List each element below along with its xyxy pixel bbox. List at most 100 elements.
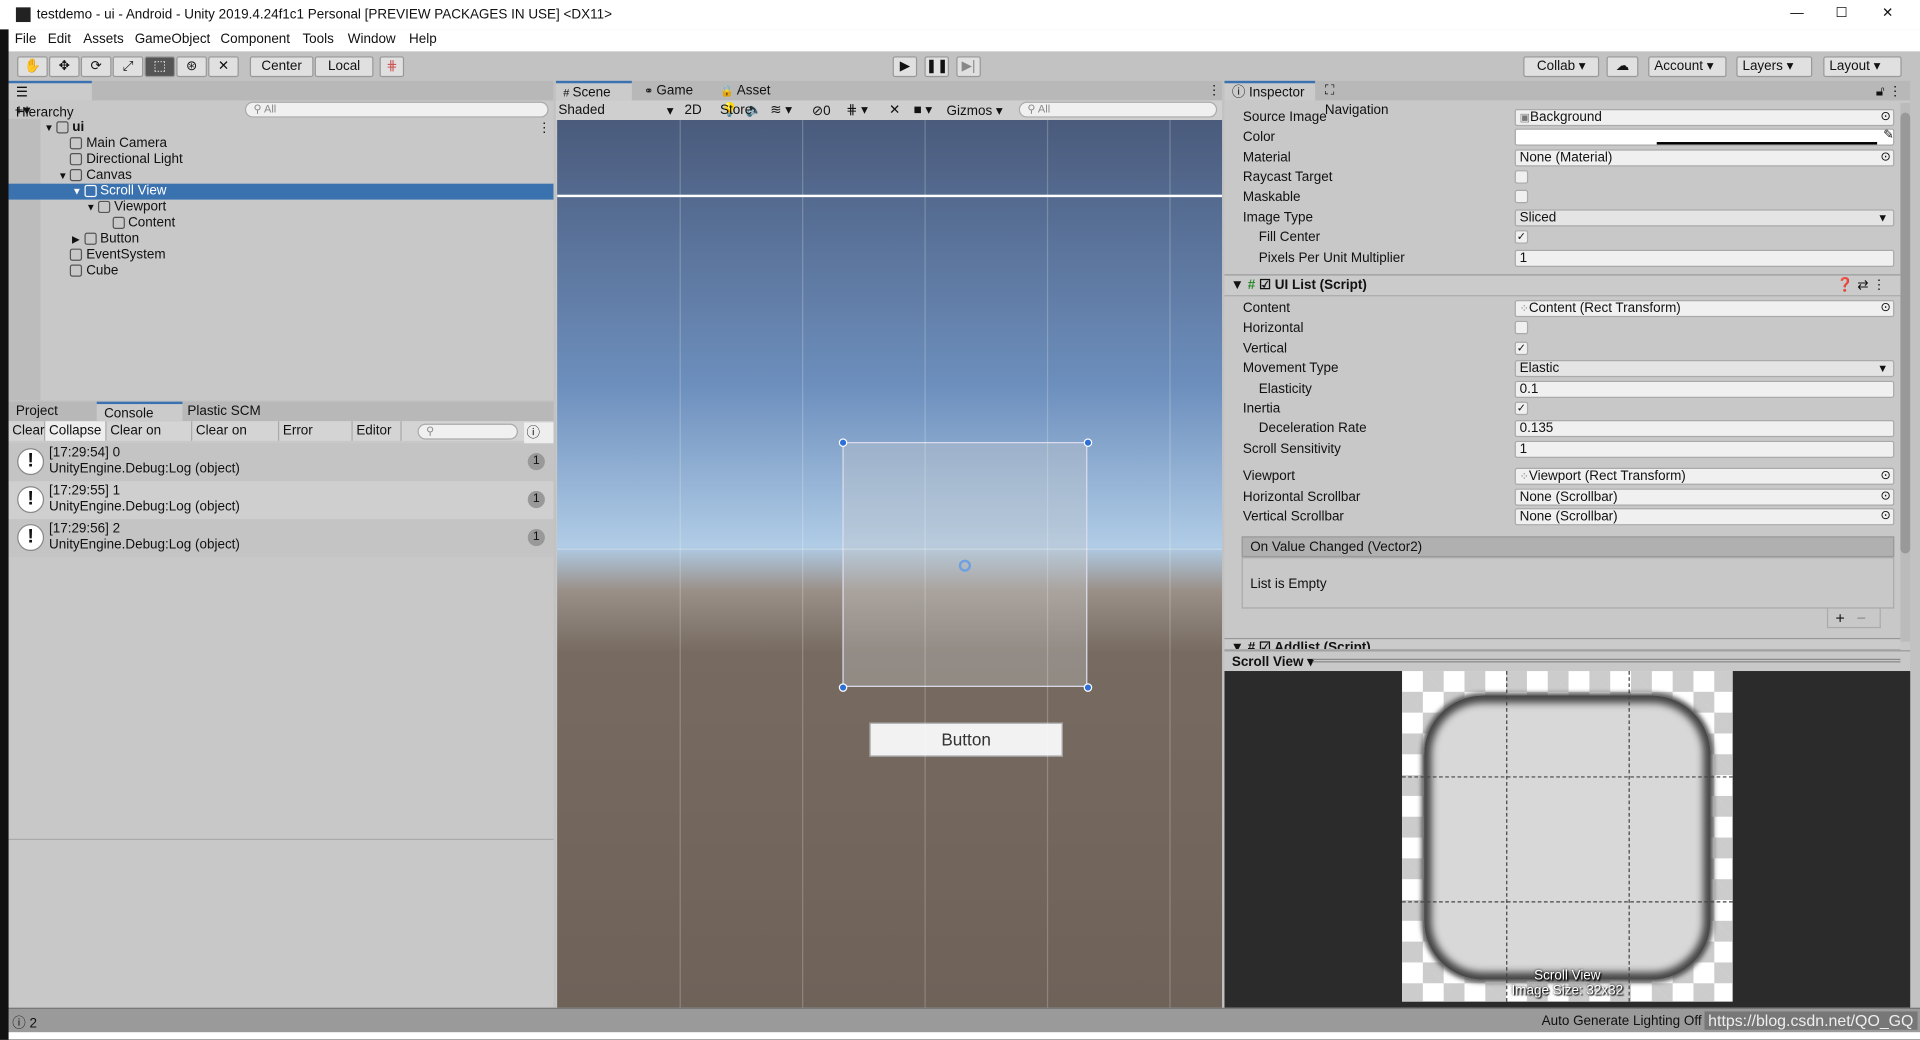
object-field[interactable]: None (Material) ⊙ [1514, 149, 1895, 167]
shading-dropdown[interactable]: Shaded ▾ [558, 103, 673, 119]
snap-icon[interactable]: ⋕ [379, 56, 405, 78]
object-field[interactable]: ⁘Viewport (Rect Transform) ⊙ [1514, 467, 1895, 485]
checkbox[interactable] [1514, 189, 1529, 204]
menu-edit[interactable]: Edit [48, 32, 71, 47]
minimize-button[interactable]: — [1790, 6, 1803, 21]
scene-search-input[interactable]: ⚲ All [1018, 101, 1218, 118]
object-picker-icon[interactable]: ⊙ [1880, 110, 1890, 125]
gizmos-dropdown[interactable]: Gizmos ▾ [947, 103, 1003, 119]
menu-file[interactable]: File [15, 32, 37, 47]
tab-project[interactable]: Project [9, 402, 95, 422]
maximize-button[interactable]: ☐ [1836, 5, 1848, 21]
console-clear-on-play-button[interactable]: Clear on Play [107, 421, 193, 458]
checkbox[interactable]: ✓ [1514, 401, 1529, 416]
tab-console[interactable]: Console [96, 401, 183, 422]
rect-tool-icon[interactable]: ⬚ [144, 56, 176, 78]
cloud-button[interactable]: ☁ [1606, 56, 1639, 78]
menu-window[interactable]: Window [348, 32, 396, 47]
expand-arrow-icon[interactable]: ▼ [44, 120, 54, 136]
pause-button[interactable]: ❚❚ [924, 56, 949, 78]
expand-arrow-icon[interactable]: ▼ [86, 200, 96, 216]
preview-dropdown[interactable]: Scroll View ▾ [1232, 654, 1314, 670]
hierarchy-item[interactable]: ▶ Button [9, 231, 554, 247]
hierarchy-item[interactable]: ▼ Viewport [9, 200, 554, 216]
layout-dropdown[interactable]: Layout ▾ [1823, 56, 1902, 78]
status-warning[interactable]: ⓘ 2 [12, 1013, 37, 1033]
object-field[interactable]: None (Scrollbar) ⊙ [1514, 488, 1895, 506]
move-tool-icon[interactable]: ✥ [48, 56, 80, 78]
console-clear-on-build-button[interactable]: Clear on Build [192, 421, 280, 458]
menu-tools[interactable]: Tools [302, 32, 333, 47]
close-button[interactable]: ✕ [1882, 5, 1893, 21]
ui-list-component-header[interactable]: ▼ # ☑ UI List (Script) ❓ ⇄ ⋮ [1224, 274, 1901, 297]
pivot-local-button[interactable]: Local [314, 56, 374, 78]
tab-game[interactable]: ⚭ Game [637, 81, 713, 101]
play-button[interactable]: ▶ [892, 56, 918, 78]
expand-arrow-icon[interactable]: ▼ [72, 184, 82, 200]
scale-tool-icon[interactable]: ⤢ [112, 56, 144, 78]
step-button[interactable]: ▶| [956, 56, 981, 78]
console-search-input[interactable]: ⚲ [417, 423, 518, 440]
rect-corner-handle[interactable] [1083, 683, 1093, 692]
text-field[interactable]: 1 [1514, 249, 1895, 267]
hierarchy-item[interactable]: Cube [9, 263, 554, 279]
custom-tool-icon[interactable]: ✕ [208, 56, 239, 78]
panel-menu-icon[interactable]: ⋮ [1207, 82, 1220, 98]
object-picker-icon[interactable]: ⊙ [1880, 490, 1890, 505]
dropdown-field[interactable]: Elastic ▼ [1514, 360, 1895, 378]
hierarchy-item-menu-icon[interactable]: ⋮ [538, 120, 551, 136]
menu-help[interactable]: Help [409, 32, 437, 47]
hierarchy-item[interactable]: Content [9, 216, 554, 232]
object-field[interactable]: ⁘Content (Rect Transform) ⊙ [1514, 300, 1895, 318]
rect-corner-handle[interactable] [838, 683, 848, 692]
hierarchy-search-input[interactable]: ⚲ All [244, 101, 549, 118]
rect-corner-handle[interactable] [838, 438, 848, 447]
console-entry[interactable]: ! [17:29:54] 0 UnityEngine.Debug:Log (obje… [8, 443, 554, 482]
hierarchy-item[interactable]: ▼ Scroll View [8, 183, 554, 200]
hierarchy-item[interactable]: EventSystem [9, 247, 554, 263]
object-picker-icon[interactable]: ⊙ [1880, 301, 1890, 316]
tab-hierarchy[interactable]: ☰ Hierarchy [8, 80, 92, 120]
checkbox[interactable] [1514, 320, 1529, 335]
tab-plastic-scm[interactable]: Plastic SCM [180, 402, 278, 422]
account-dropdown[interactable]: Account ▾ [1648, 56, 1727, 78]
pivot-center-button[interactable]: Center [249, 56, 314, 78]
rotate-tool-icon[interactable]: ⟳ [80, 56, 112, 78]
add-event-button[interactable]: + [1836, 609, 1845, 627]
menu-assets[interactable]: Assets [83, 32, 123, 47]
checkbox[interactable]: ✓ [1514, 230, 1529, 244]
tools-icon[interactable]: ✕ [889, 102, 900, 118]
hierarchy-item[interactable]: Directional Light [9, 152, 554, 168]
hierarchy-item[interactable]: ▼ ui [9, 120, 554, 136]
tab-asset-store[interactable]: 🔒 Asset Store [713, 81, 811, 117]
tab-navigation[interactable]: ⛶ Navigation [1318, 81, 1406, 117]
hierarchy-item[interactable]: Main Camera [9, 136, 554, 152]
checkbox[interactable] [1514, 170, 1529, 184]
object-field[interactable]: None (Scrollbar) ⊙ [1514, 508, 1895, 526]
dropdown-field[interactable]: Sliced ▼ [1514, 209, 1895, 227]
console-collapse-button[interactable]: Collapse [45, 421, 107, 441]
console-clear-button[interactable]: Clear [9, 421, 46, 441]
transform-tool-icon[interactable]: ⊛ [176, 56, 207, 78]
scene-button-object[interactable]: Button [869, 722, 1063, 757]
hierarchy-item[interactable]: ▼ Canvas [9, 168, 554, 184]
object-picker-icon[interactable]: ⊙ [1880, 469, 1890, 484]
pivot-handle[interactable] [958, 559, 972, 572]
object-field[interactable]: ▣Background ⊙ [1514, 108, 1895, 127]
effects-icon[interactable]: ≋ ▾ [770, 102, 792, 118]
hidden-objects-toggle[interactable]: ⊘0 [812, 103, 831, 119]
text-field[interactable]: 0.135 [1514, 420, 1895, 438]
menu-component[interactable]: Component [220, 32, 290, 47]
tab-scene[interactable]: # Scene [555, 80, 632, 101]
inspector-scrollbar[interactable] [1900, 102, 1911, 642]
console-entry[interactable]: ! [17:29:56] 2 UnityEngine.Debug:Log (obje… [8, 519, 554, 558]
hand-tool-icon[interactable]: ✋ [17, 56, 48, 78]
console-error-pause-button[interactable]: Error Pause [279, 421, 353, 458]
2d-toggle[interactable]: 2D [684, 103, 701, 118]
addlist-component-header[interactable]: ▼ # ☑ Addlist (Script) [1224, 637, 1901, 651]
color-field[interactable] [1514, 128, 1895, 146]
expand-arrow-icon[interactable]: ▶ [72, 231, 80, 247]
text-field[interactable]: 0.1 [1514, 380, 1895, 398]
collab-button[interactable]: Collab ▾ [1523, 56, 1600, 78]
rect-corner-handle[interactable] [1083, 438, 1093, 447]
